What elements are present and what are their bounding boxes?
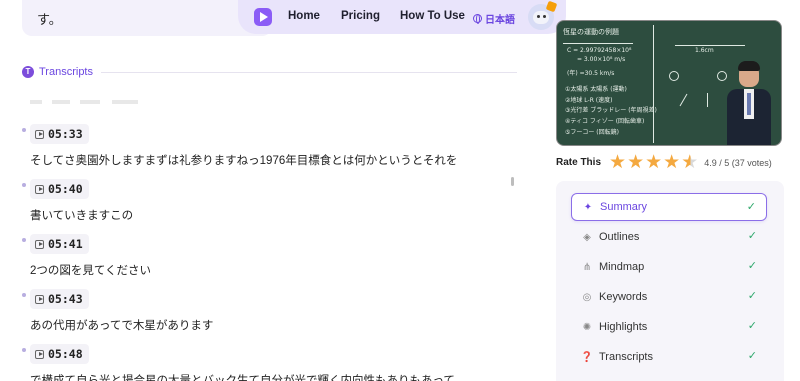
check-icon: ✓: [747, 350, 757, 362]
header-divider: [101, 71, 517, 73]
cube-icon: ◈: [583, 231, 591, 243]
rating-row: Rate This ★ ★ ★ ★ ★ 4.9 / 5 (37 votes): [556, 153, 772, 172]
menu-item-label: Transcripts: [599, 351, 653, 363]
menu-item-label: Outlines: [599, 231, 640, 243]
video-thumbnail[interactable]: 恆星の運動の例題 C = 2.99792458×10⁸ = 3.00×10⁸ m…: [556, 20, 782, 146]
chalk-text: = 3.00×10⁸ m/s: [577, 56, 626, 63]
top-nav: Home Pricing How To Use 日本語: [238, 0, 566, 34]
timestamp-button[interactable]: 05:48: [30, 344, 89, 364]
chalk-text: ②地球 L-R (速度): [565, 97, 613, 104]
play-icon: [35, 239, 44, 249]
rating-score: 4.9 / 5 (37 votes): [704, 157, 772, 168]
timeline-dot: [22, 128, 26, 132]
content-menu-panel: ✦ Summary ✓ ◈ Outlines ✓ ⋔ Mindmap ✓ ◎ K…: [556, 181, 784, 381]
cut-off-transcript-line: [30, 100, 138, 104]
menu-item-keywords[interactable]: ◎ Keywords ✓: [571, 283, 767, 311]
check-icon: ✓: [747, 230, 757, 242]
chalk-text: C = 2.99792458×10⁸: [567, 47, 632, 54]
timestamp-label: 05:40: [48, 182, 83, 196]
bulb-icon: ✺: [582, 321, 592, 333]
check-icon: ✓: [747, 260, 757, 272]
chalk-text: ③光行差 ブラッドレー (年周視差): [565, 107, 657, 114]
menu-item-label: Summary: [600, 201, 648, 213]
transcript-text: あの代用があってで木星があります: [30, 320, 214, 332]
timestamp-button[interactable]: 05:43: [30, 289, 89, 309]
menu-item-highlights[interactable]: ✺ Highlights ✓: [571, 313, 767, 341]
target-icon: ◎: [582, 291, 592, 303]
star-icon[interactable]: ★: [645, 153, 662, 172]
timestamp-button[interactable]: 05:41: [30, 234, 89, 254]
timeline-dot: [22, 183, 26, 187]
chalk-text: ⑤フーコー (回転鏡): [565, 129, 619, 136]
timeline-dot: [22, 238, 26, 242]
timestamp-button[interactable]: 05:33: [30, 124, 89, 144]
rate-label: Rate This: [556, 157, 602, 168]
nav-home-link[interactable]: Home: [288, 10, 320, 22]
timeline-dot: [22, 348, 26, 352]
transcript-text: 2つの図を見てください: [30, 265, 152, 277]
play-icon: [35, 349, 44, 359]
transcripts-section-header: T Transcripts: [22, 64, 517, 80]
globe-icon: [473, 14, 482, 24]
sparkle-icon: ✦: [583, 201, 593, 213]
lecturer-figure: [727, 61, 771, 145]
timestamp-label: 05:48: [48, 347, 83, 361]
transcript-text: 書いていきますこの: [30, 210, 134, 222]
timestamp-button[interactable]: 05:40: [30, 179, 89, 199]
menu-item-outlines[interactable]: ◈ Outlines ✓: [571, 223, 767, 251]
logo-play-icon[interactable]: [254, 8, 272, 26]
chalk-text: (年) =30.5 km/s: [567, 70, 615, 77]
timestamp-label: 05:43: [48, 292, 83, 306]
star-icon[interactable]: ★: [627, 153, 644, 172]
chalk-text: 恆星の運動の例題: [563, 28, 619, 36]
timeline-dot: [22, 293, 26, 297]
star-half-icon[interactable]: ★: [681, 153, 698, 172]
menu-item-label: Keywords: [599, 291, 648, 303]
menu-item-label: Highlights: [599, 321, 648, 333]
transcript-scrollbar[interactable]: [511, 177, 514, 186]
nav-how-to-use-link[interactable]: How To Use: [400, 10, 465, 22]
chalk-text: ④ティコ フィゾー (回転歯車): [565, 118, 645, 125]
question-icon: ❓: [580, 351, 594, 363]
language-selector[interactable]: 日本語: [473, 11, 515, 26]
transcript-text: で構成て自ら光と場合星の大量とバック生て自分が光で輝く内向性もありもあって: [30, 375, 455, 381]
star-icon[interactable]: ★: [663, 153, 680, 172]
star-icon[interactable]: ★: [609, 153, 626, 172]
check-icon: ✓: [746, 201, 756, 213]
language-label: 日本語: [485, 15, 515, 26]
check-icon: ✓: [747, 290, 757, 302]
menu-item-label: Mindmap: [599, 261, 645, 273]
play-icon: [35, 129, 44, 139]
transcripts-heading: Transcripts: [39, 66, 93, 78]
play-icon: [35, 294, 44, 304]
nav-pricing-link[interactable]: Pricing: [341, 10, 380, 22]
star-rating[interactable]: ★ ★ ★ ★ ★: [609, 153, 698, 172]
check-icon: ✓: [747, 320, 757, 332]
timestamp-label: 05:33: [48, 127, 83, 141]
menu-item-summary[interactable]: ✦ Summary ✓: [571, 193, 767, 221]
chalk-text: ①太陽系 太陽系 (運動): [565, 86, 627, 93]
play-icon: [35, 184, 44, 194]
transcript-text: そしてさ奥園外しますまずは礼参りますねっ1976年目標食とは何かというとそれを: [30, 155, 458, 167]
mindmap-icon: ⋔: [582, 261, 592, 273]
chalk-text: 1.6cm: [695, 47, 714, 54]
transcripts-icon: T: [22, 66, 34, 78]
menu-item-mindmap[interactable]: ⋔ Mindmap ✓: [571, 253, 767, 281]
timestamp-label: 05:41: [48, 237, 83, 251]
menu-item-transcripts[interactable]: ❓ Transcripts ✓: [571, 343, 767, 371]
previous-summary-text: す。: [37, 12, 62, 27]
